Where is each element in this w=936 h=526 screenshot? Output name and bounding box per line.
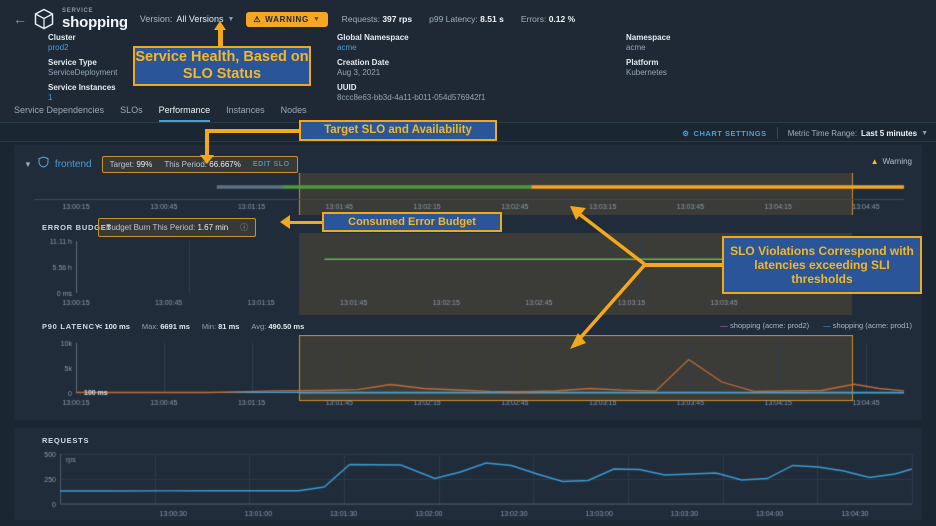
warning-triangle-icon: ▲ <box>871 157 879 166</box>
meta-value-global-namespace[interactable]: acme <box>337 43 485 52</box>
meta-label-platform: Platform <box>626 58 670 67</box>
status-badge[interactable]: ⚠ WARNING ▼ <box>246 12 327 27</box>
status-badge-label: WARNING <box>265 15 309 24</box>
meta-label-creation-date: Creation Date <box>337 58 485 67</box>
chevron-down-icon[interactable]: ▼ <box>24 160 32 169</box>
service-name: shopping <box>62 15 128 30</box>
annotation-arrowhead-budget <box>280 215 290 229</box>
metric-requests: Requests: 397 rps <box>342 14 412 24</box>
meta-label-service-type: Service Type <box>48 58 117 67</box>
time-range-value: Last 5 minutes <box>861 129 917 138</box>
cube-icon <box>34 8 54 30</box>
requests-title: REQUESTS <box>42 436 89 445</box>
slo-name[interactable]: frontend <box>55 159 92 170</box>
edit-slo-button[interactable]: EDIT SLO <box>253 161 290 168</box>
legend-swatch-icon: — <box>823 321 831 330</box>
meta-column-middle: Global Namespace acme Creation Date Aug … <box>337 33 485 108</box>
meta-label-global-namespace: Global Namespace <box>337 33 485 42</box>
meta-value-namespace: acme <box>626 43 670 52</box>
chart-settings-label: CHART SETTINGS <box>694 129 767 138</box>
annotation-arrow-target-h <box>205 129 301 133</box>
annotation-arrow-target-v <box>205 129 209 156</box>
latency-chart[interactable] <box>14 335 922 412</box>
meta-value-service-type: ServiceDeployment <box>48 68 117 77</box>
slo-header: ▼ frontend Target: 99% This Period: 66.6… <box>24 155 298 173</box>
chart-settings-button[interactable]: ⚙ CHART SETTINGS <box>682 129 766 138</box>
time-range-selector[interactable]: Metric Time Range: Last 5 minutes ▼ <box>788 129 928 138</box>
chevron-down-icon: ▼ <box>921 130 928 137</box>
annotation-arrow-violations-stem <box>645 263 723 267</box>
annotation-arrow-health <box>218 28 223 48</box>
warning-circle-icon: ⚠ <box>253 15 261 24</box>
latency-min: Min: 81 ms <box>202 322 240 331</box>
latency-title: P90 LATENCY <box>42 322 101 331</box>
annotation-arrow-budget <box>290 221 323 225</box>
info-icon[interactable]: ⓘ <box>240 222 248 233</box>
meta-label-uuid: UUID <box>337 83 485 92</box>
meta-value-cluster[interactable]: prod2 <box>48 43 117 52</box>
back-arrow-icon[interactable]: ← <box>8 11 32 27</box>
meta-label-namespace: Namespace <box>626 33 670 42</box>
latency-avg: Avg: 490.50 ms <box>251 322 304 331</box>
chevron-down-icon: ▼ <box>313 16 321 23</box>
service-performance-page: ← SERVICE shopping Version: All Versions… <box>0 0 936 526</box>
shield-icon <box>38 155 49 173</box>
annotation-consumed-budget: Consumed Error Budget <box>322 212 502 232</box>
tab-performance[interactable]: Performance <box>159 105 211 122</box>
legend-item-prod2[interactable]: — shopping (acme: prod2) <box>720 321 809 330</box>
tab-instances[interactable]: Instances <box>226 105 265 122</box>
legend-item-prod1[interactable]: — shopping (acme: prod1) <box>823 321 912 330</box>
metric-p99-latency: p99 Latency: 8.51 s <box>429 14 504 24</box>
toolbar-separator <box>777 127 778 139</box>
version-label: Version: <box>140 14 173 24</box>
requests-chart[interactable] <box>14 446 922 518</box>
slo-target: Target: 99% <box>110 160 153 169</box>
meta-column-left: Cluster prod2 Service Type ServiceDeploy… <box>48 33 117 108</box>
chevron-down-icon: ▼ <box>227 16 234 23</box>
divider-below-toolbar <box>0 141 936 142</box>
meta-value-creation-date: Aug 3, 2021 <box>337 68 485 77</box>
chart-toolbar: ⚙ CHART SETTINGS Metric Time Range: Last… <box>682 127 928 139</box>
time-range-label: Metric Time Range: <box>788 129 857 138</box>
gear-icon: ⚙ <box>682 129 689 138</box>
header-metrics: Requests: 397 rps p99 Latency: 8.51 s Er… <box>342 14 575 24</box>
latency-legend: — shopping (acme: prod2) — shopping (acm… <box>720 321 912 330</box>
meta-label-cluster: Cluster <box>48 33 117 42</box>
tab-service-dependencies[interactable]: Service Dependencies <box>14 105 104 122</box>
slo-warning-label: Warning <box>883 157 913 166</box>
service-identity: SERVICE shopping <box>62 8 128 30</box>
error-budget-burn: Budget Burn This Period: 1.67 min <box>106 223 228 232</box>
meta-column-right: Namespace acme Platform Kubernetes <box>626 33 670 83</box>
latency-stats: < 100 ms Max: 6691 ms Min: 81 ms Avg: 49… <box>98 322 304 331</box>
slo-timeline-chart[interactable] <box>14 173 922 215</box>
metric-errors: Errors: 0.12 % <box>521 14 575 24</box>
annotation-arrowhead-target <box>200 155 214 164</box>
requests-panel: REQUESTS <box>14 428 922 520</box>
tab-slos[interactable]: SLOs <box>120 105 143 122</box>
legend-swatch-icon: — <box>720 321 728 330</box>
annotation-slo-violations: SLO Violations Correspond with latencies… <box>722 236 922 294</box>
annotation-service-health: Service Health, Based on SLO Status <box>133 46 311 86</box>
annotation-arrow-violations-branches <box>556 170 656 350</box>
header-top-row: ← SERVICE shopping Version: All Versions… <box>0 4 575 34</box>
meta-value-platform: Kubernetes <box>626 68 670 77</box>
slo-warning-status: ▲ Warning <box>871 157 912 166</box>
annotation-arrowhead-health <box>214 21 226 30</box>
annotation-target-slo: Target SLO and Availability <box>299 120 497 141</box>
latency-max: Max: 6691 ms <box>142 322 190 331</box>
latency-threshold: < 100 ms <box>98 322 130 331</box>
meta-label-service-instances: Service Instances <box>48 83 117 92</box>
tab-bar: Service Dependencies SLOs Performance In… <box>0 100 936 122</box>
